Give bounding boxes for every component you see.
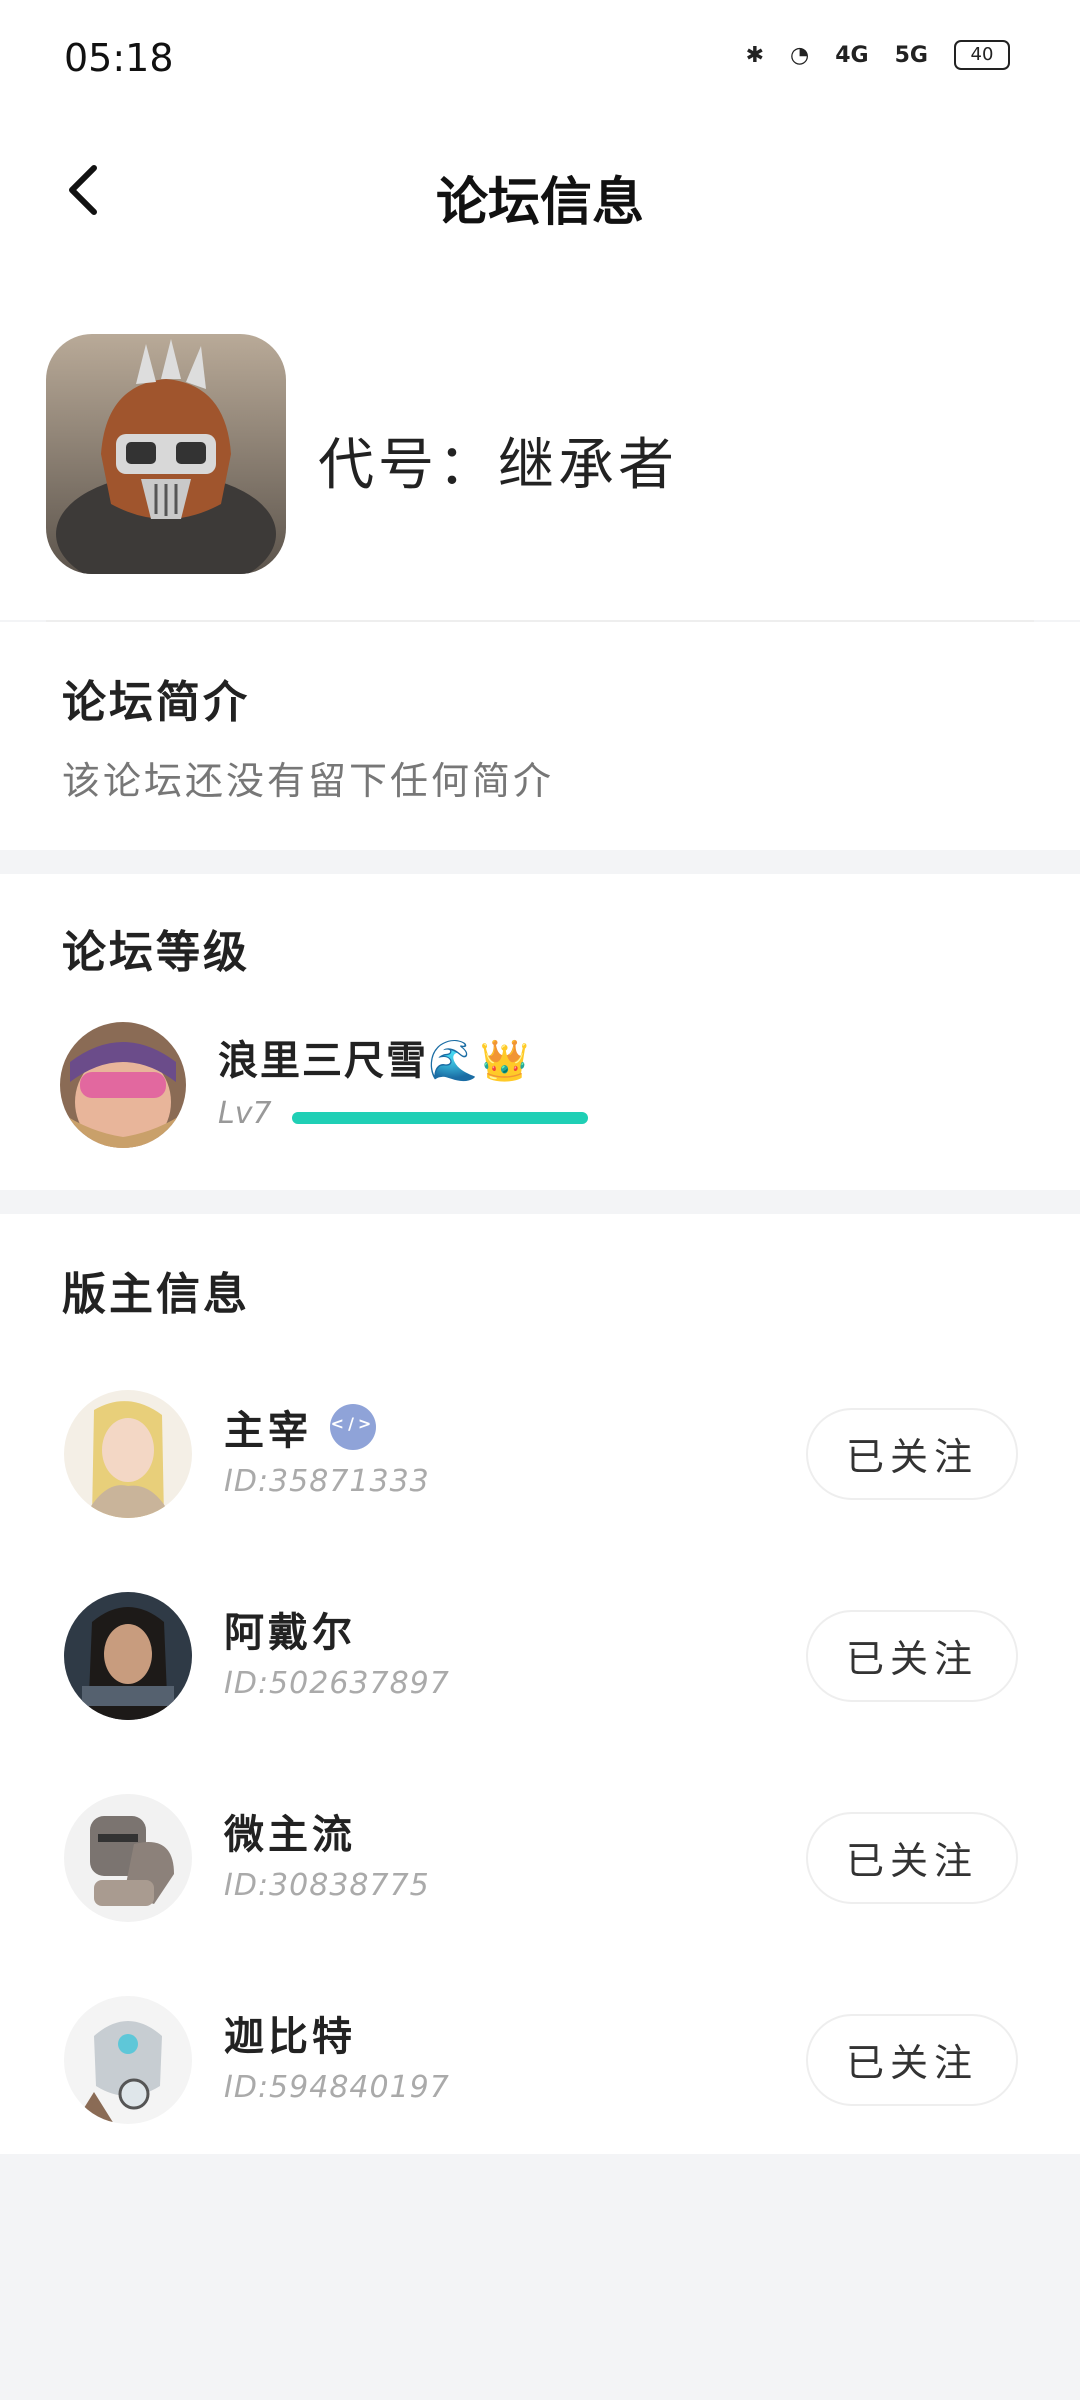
moderator-name-text: 阿戴尔	[224, 1610, 356, 1656]
moderator-avatar-image	[64, 1794, 192, 1922]
forum-avatar[interactable]	[46, 334, 286, 574]
forum-code-value: 继承者	[498, 433, 678, 498]
moderator-avatar-image	[64, 1996, 192, 2124]
intro-section: 论坛简介 该论坛还没有留下任何简介	[0, 622, 1080, 850]
moderator-avatar-image	[64, 1390, 192, 1518]
status-icons: ✱ ◔ 4G 5G 40	[746, 40, 1010, 70]
level-user-name[interactable]: 浪里三尺雪🌊👑	[218, 1028, 532, 1086]
forum-code-label: 代号：	[318, 433, 498, 498]
moderator-avatar[interactable]	[64, 1592, 192, 1720]
moderator-title: 版主信息	[62, 1269, 250, 1320]
bluetooth-icon: ✱	[745, 42, 765, 68]
moderator-section: 版主信息 主宰 ID:35871333 已关注 阿戴尔	[0, 1214, 1080, 2154]
moderator-avatar-image	[64, 1592, 192, 1720]
intro-text: 该论坛还没有留下任何简介	[62, 759, 555, 803]
moderator-avatar[interactable]	[64, 1390, 192, 1518]
forum-code: 代号：继承者	[318, 420, 678, 501]
moderator-name: 主宰	[224, 1398, 376, 1456]
status-bar: 05:18 ✱ ◔ 4G 5G 40	[0, 0, 1080, 120]
moderator-row[interactable]: 阿戴尔 ID:502637897 已关注	[0, 1556, 1080, 1756]
forum-header: 代号：继承者	[0, 270, 1080, 622]
moderator-row[interactable]: 微主流 ID:30838775 已关注	[0, 1758, 1080, 1958]
page-title: 论坛信息	[435, 173, 644, 233]
level-section: 论坛等级 浪里三尺雪🌊👑 Lv7	[0, 874, 1080, 1190]
status-time: 05:18	[64, 36, 174, 80]
moderator-name-text: 主宰	[224, 1408, 312, 1454]
moderator-name-text: 迦比特	[224, 2014, 356, 2060]
intro-title: 论坛简介	[62, 677, 250, 728]
level-title: 论坛等级	[62, 927, 250, 978]
followed-button[interactable]: 已关注	[806, 1408, 1018, 1500]
moderator-id: ID:30838775	[224, 1868, 430, 1903]
followed-button[interactable]: 已关注	[806, 1610, 1018, 1702]
moderator-name-text: 微主流	[224, 1812, 356, 1858]
moderator-row[interactable]: 主宰 ID:35871333 已关注	[0, 1354, 1080, 1554]
forum-avatar-image	[46, 334, 286, 574]
moderator-row[interactable]: 迦比特 ID:594840197 已关注	[0, 1960, 1080, 2160]
moderator-avatar[interactable]	[64, 1794, 192, 1922]
hd-icon: ◔	[790, 42, 810, 68]
followed-button[interactable]: 已关注	[806, 1812, 1018, 1904]
level-label: Lv7	[218, 1096, 272, 1131]
level-user-avatar[interactable]	[60, 1022, 186, 1148]
developer-badge-icon	[330, 1404, 376, 1450]
moderator-id: ID:594840197	[224, 2070, 450, 2105]
moderator-name: 迦比特	[224, 2004, 356, 2062]
moderator-name: 微主流	[224, 1802, 356, 1860]
level-avatar-image	[60, 1022, 186, 1148]
level-progress-fill	[292, 1112, 588, 1124]
moderator-id: ID:35871333	[224, 1464, 430, 1499]
moderator-id: ID:502637897	[224, 1666, 450, 1701]
signal-5g-icon: 5G	[894, 42, 928, 68]
level-progress-bar	[292, 1112, 588, 1124]
moderator-avatar[interactable]	[64, 1996, 192, 2124]
battery-icon: 40	[954, 40, 1010, 70]
signal-4g-icon: 4G	[835, 42, 869, 68]
moderator-name: 阿戴尔	[224, 1600, 356, 1658]
top-bar: 论坛信息	[0, 120, 1080, 270]
followed-button[interactable]: 已关注	[806, 2014, 1018, 2106]
